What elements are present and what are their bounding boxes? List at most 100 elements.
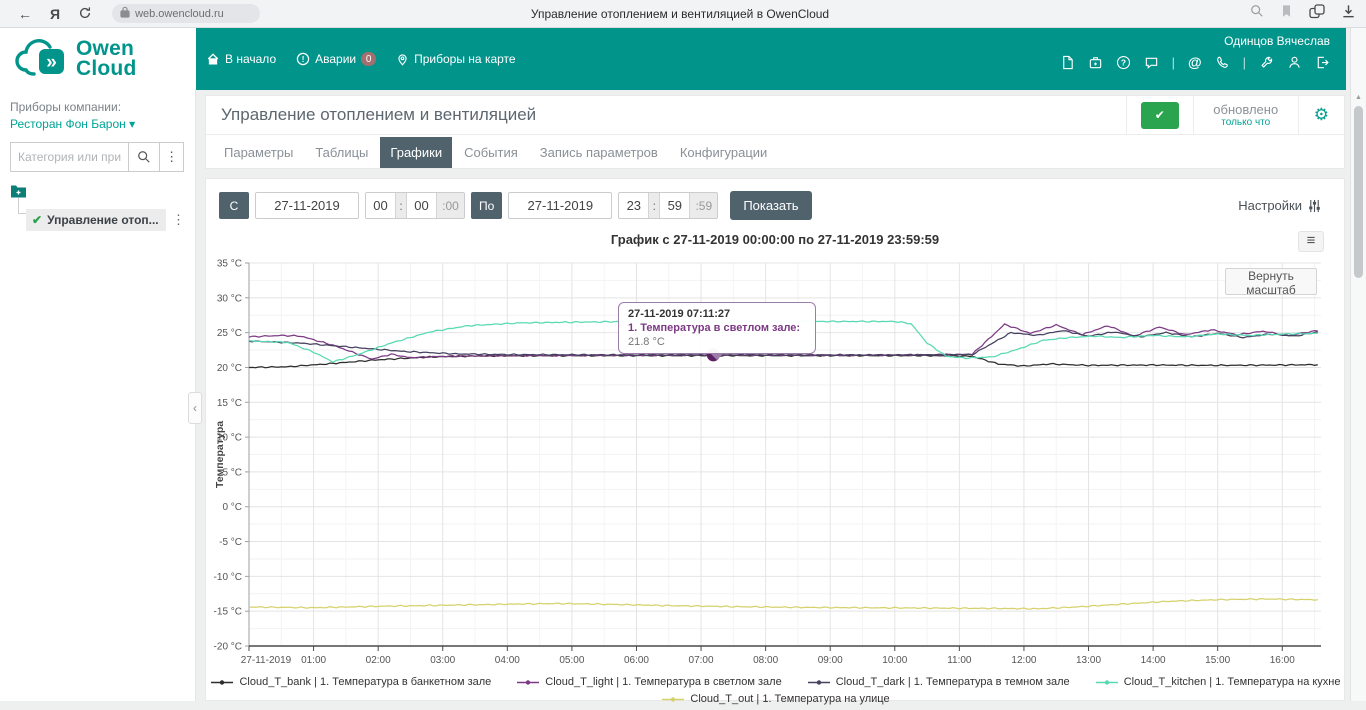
updated-label: обновлено	[1194, 102, 1298, 117]
wrench-icon[interactable]	[1259, 55, 1274, 70]
to-date-input[interactable]	[508, 192, 612, 219]
icon-divider: |	[1172, 55, 1175, 70]
url-text: web.owencloud.ru	[135, 8, 224, 20]
lock-icon	[120, 5, 130, 23]
chart-title: График с 27-11-2019 00:00:00 по 27-11-20…	[206, 232, 1344, 247]
svg-text:16:00: 16:00	[1270, 655, 1295, 666]
device-search-button[interactable]	[128, 142, 160, 172]
from-hour-input[interactable]	[366, 193, 396, 218]
svg-text:07:00: 07:00	[689, 655, 714, 666]
tab-конфигурации[interactable]: Конфигурации	[670, 137, 777, 168]
chart-area: -20 °C-15 °C-10 °C-5 °C0 °C5 °C10 °C15 °…	[211, 256, 1341, 702]
to-hour-input[interactable]	[619, 193, 649, 218]
tree-connector	[18, 213, 26, 214]
chart-settings-link[interactable]: Настройки	[1238, 198, 1331, 213]
browser-tab-title: Управление отоплением и вентиляцией в Ow…	[380, 7, 980, 21]
tab-параметры[interactable]: Параметры	[214, 137, 303, 168]
date-filter-bar: С : :00 По : :59 Показать Настройки	[206, 179, 1344, 220]
reset-zoom-button[interactable]: Вернуть масштаб	[1225, 268, 1317, 295]
svg-text:06:00: 06:00	[624, 655, 649, 666]
logo-text-line1: Owen	[76, 39, 136, 59]
device-status-button[interactable]: ✔	[1141, 102, 1179, 129]
gear-icon[interactable]: ⚙	[1314, 105, 1329, 125]
svg-text:05:00: 05:00	[559, 655, 584, 666]
tab-графики[interactable]: Графики	[380, 137, 452, 168]
chat-icon[interactable]	[1144, 55, 1159, 70]
to-label[interactable]: По	[471, 192, 502, 219]
tab-события[interactable]: События	[454, 137, 528, 168]
legend-label: Cloud_T_out | 1. Температура на улице	[690, 693, 889, 705]
home-icon	[206, 52, 220, 66]
app-header: » Owen Cloud В начало ! Аварии 0 Приборы…	[0, 28, 1346, 90]
svg-text:20 °C: 20 °C	[217, 363, 242, 374]
sidebar-collapse-handle[interactable]: ‹	[188, 392, 202, 424]
svg-text:30 °C: 30 °C	[217, 293, 242, 304]
browser-toolbar: ← Я web.owencloud.ru Управление отоплени…	[0, 0, 1366, 28]
bookmark-icon[interactable]	[1280, 4, 1293, 23]
owencloud-logo[interactable]: » Owen Cloud	[0, 28, 196, 90]
from-label[interactable]: С	[219, 192, 249, 219]
tab-таблицы[interactable]: Таблицы	[305, 137, 378, 168]
page-scrollbar[interactable]: ▲	[1350, 28, 1366, 701]
legend-label: Cloud_T_kitchen | 1. Температура на кухн…	[1124, 676, 1341, 688]
from-date-input[interactable]	[255, 192, 359, 219]
company-devices-label: Приборы компании:	[10, 100, 185, 114]
device-list-menu-button[interactable]: ⋮	[160, 142, 184, 172]
sliders-icon	[1308, 199, 1321, 213]
svg-text:0 °C: 0 °C	[222, 502, 242, 513]
device-online-check-icon: ✔	[32, 213, 42, 227]
device-search-input[interactable]	[10, 142, 128, 172]
tab-запись-параметров[interactable]: Запись параметров	[530, 137, 668, 168]
legend-swatch	[517, 678, 539, 687]
svg-text:25 °C: 25 °C	[217, 328, 242, 339]
device-menu-kebab-icon[interactable]: ⋮	[172, 212, 185, 228]
address-bar[interactable]: web.owencloud.ru	[112, 4, 260, 23]
find-icon[interactable]	[1250, 4, 1264, 23]
yandex-browser-icon[interactable]: Я	[50, 7, 60, 21]
legend-item-Cloud_T_kitchen[interactable]: Cloud_T_kitchen | 1. Температура на кухн…	[1096, 676, 1341, 688]
from-minute-input[interactable]	[407, 193, 437, 218]
series-Cloud_T_light[interactable]	[249, 324, 1318, 359]
extensions-icon[interactable]	[1309, 4, 1325, 24]
series-Cloud_T_dark[interactable]	[249, 331, 1318, 356]
profile-icon[interactable]	[1287, 55, 1302, 70]
phone-icon[interactable]	[1215, 55, 1230, 70]
svg-text:13:00: 13:00	[1076, 655, 1101, 666]
svg-text:Температура: Температура	[214, 421, 226, 488]
downloads-icon[interactable]	[1341, 4, 1356, 24]
company-selector[interactable]: Ресторан Фон Барон ▾	[10, 117, 185, 131]
nav-alarms[interactable]: ! Аварии 0	[296, 52, 376, 66]
scrollbar-up-arrow[interactable]: ▲	[1351, 94, 1366, 101]
main-nav: В начало ! Аварии 0 Приборы на карте	[206, 28, 516, 90]
scrollbar-thumb[interactable]	[1354, 106, 1363, 278]
device-item-selected[interactable]: ✔ Управление отоп...	[26, 209, 166, 231]
to-minute-input[interactable]	[660, 193, 690, 218]
alarm-icon: !	[296, 52, 310, 66]
legend-item-Cloud_T_light[interactable]: Cloud_T_light | 1. Температура в светлом…	[517, 676, 781, 688]
nav-map-devices[interactable]: Приборы на карте	[396, 52, 515, 67]
user-name[interactable]: Одинцов Вячеслав	[1060, 34, 1330, 48]
series-Cloud_T_out[interactable]	[249, 599, 1318, 610]
svg-text:11:00: 11:00	[947, 655, 972, 666]
help-icon[interactable]: ?	[1116, 55, 1131, 70]
legend-item-Cloud_T_dark[interactable]: Cloud_T_dark | 1. Температура в темном з…	[808, 676, 1070, 688]
legend-item-Cloud_T_out[interactable]: Cloud_T_out | 1. Температура на улице	[662, 693, 889, 705]
service-case-icon[interactable]	[1088, 55, 1103, 70]
nav-home[interactable]: В начало	[206, 52, 276, 66]
svg-text:-5 °C: -5 °C	[219, 537, 242, 548]
legend-swatch	[1096, 678, 1118, 687]
map-pin-icon	[396, 52, 409, 67]
logout-icon[interactable]	[1315, 55, 1330, 70]
chart-context-menu-icon[interactable]: ≡	[1298, 231, 1324, 252]
back-icon[interactable]: ←	[18, 7, 32, 21]
show-button[interactable]: Показать	[730, 191, 811, 220]
legend-item-Cloud_T_bank[interactable]: Cloud_T_bank | 1. Температура в банкетно…	[211, 676, 491, 688]
svg-text:08:00: 08:00	[753, 655, 778, 666]
temperature-chart[interactable]: -20 °C-15 °C-10 °C-5 °C0 °C5 °C10 °C15 °…	[211, 256, 1341, 668]
from-time-group: : :00	[365, 192, 465, 219]
documents-icon[interactable]	[1060, 55, 1075, 70]
check-icon: ✔	[1155, 108, 1165, 122]
refresh-icon[interactable]	[78, 6, 92, 22]
svg-text:35 °C: 35 °C	[217, 259, 242, 270]
email-icon[interactable]: @	[1188, 54, 1202, 70]
